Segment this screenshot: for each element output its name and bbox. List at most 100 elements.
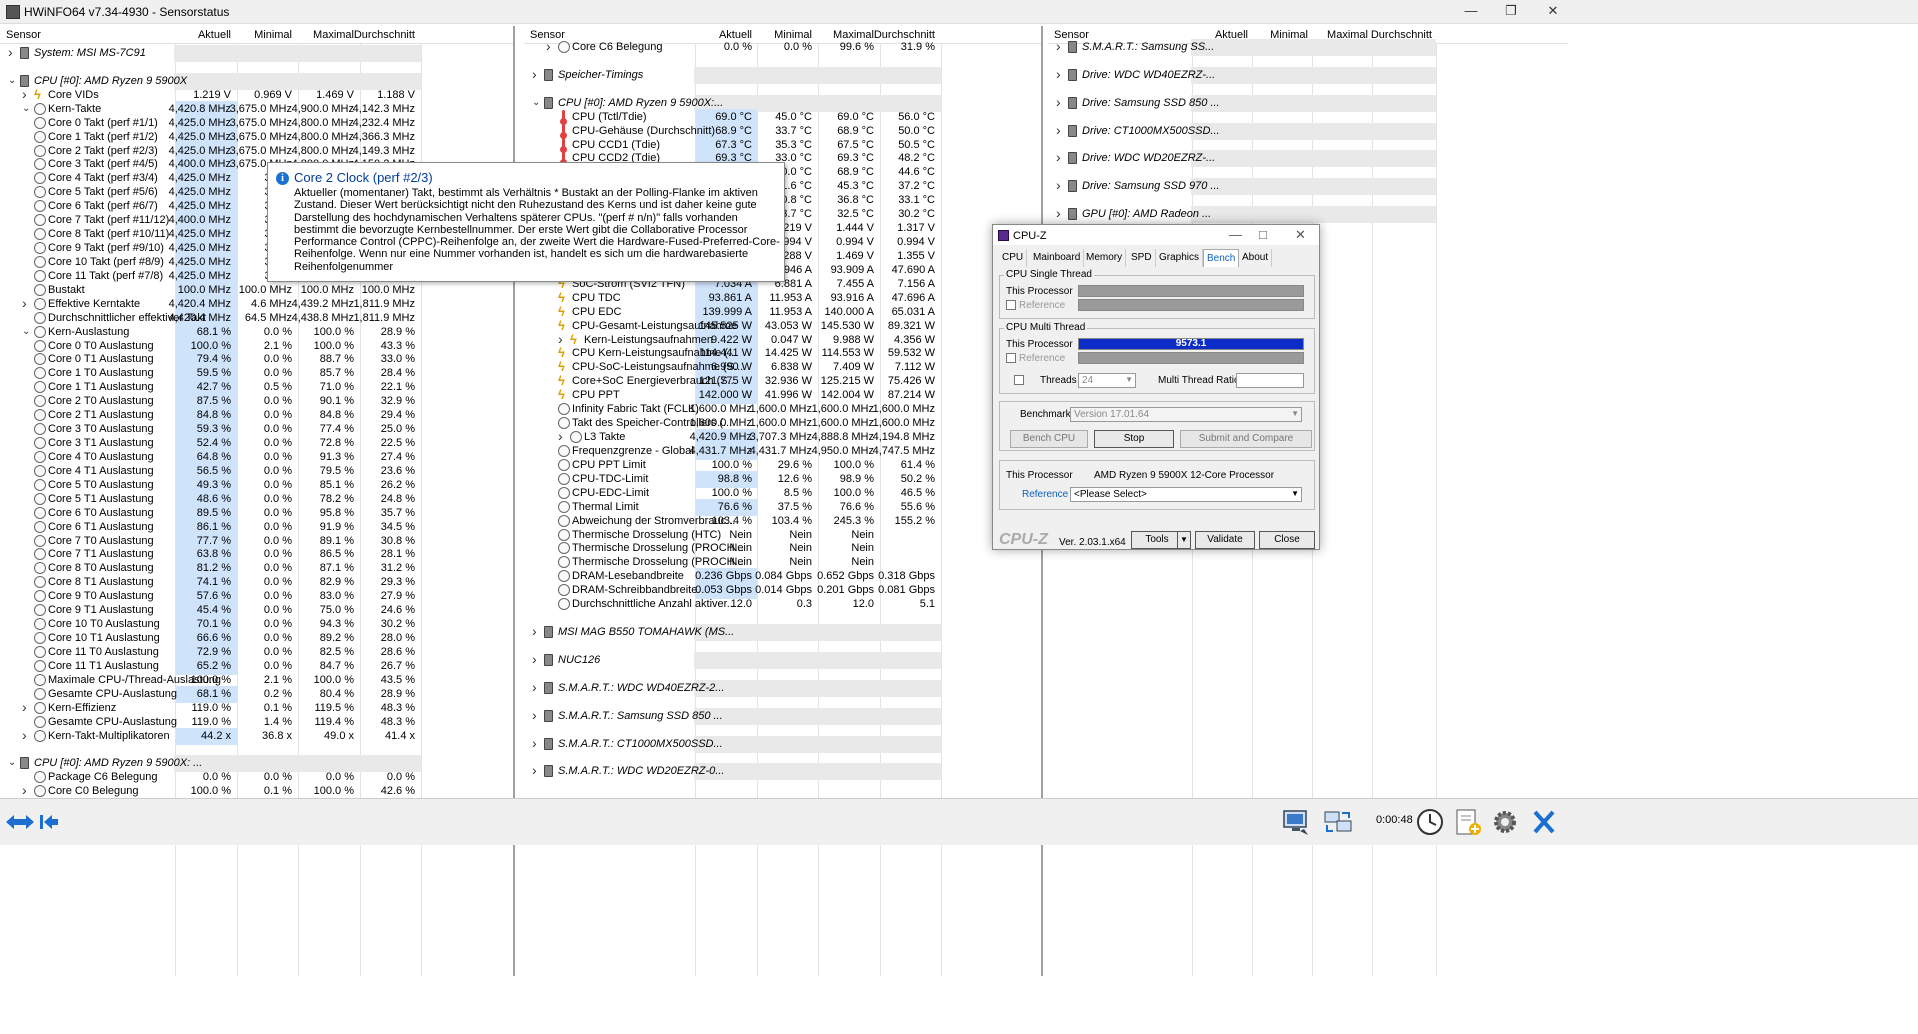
expand-chevron-icon[interactable]: ›	[532, 707, 537, 723]
column-sensor[interactable]: Sensor	[6, 29, 41, 41]
tools-button[interactable]: Tools	[1131, 531, 1183, 549]
network-sync-icon[interactable]	[1322, 807, 1354, 837]
sensor-row[interactable]: Durchschnittliche Anzahl aktiver... 12.0 0…	[524, 596, 1041, 613]
expand-chevron-icon[interactable]: ›	[22, 86, 27, 102]
expand-chevron-icon[interactable]: ›	[1056, 122, 1061, 138]
expand-chevron-icon[interactable]: ›	[546, 38, 551, 54]
sensor-name: S.M.A.R.T.: Samsung SS...	[1082, 41, 1215, 53]
collapse-chevron-icon[interactable]: ⌄	[22, 326, 30, 337]
sensor-group[interactable]: › NUC126	[524, 651, 1041, 669]
validate-button[interactable]: Validate	[1195, 531, 1255, 549]
value-current: 119.0 %	[191, 701, 231, 714]
benchmark-version-select[interactable]: Version 17.01.64 ▼	[1070, 407, 1302, 422]
collapse-chevron-icon[interactable]: ⌄	[532, 97, 540, 108]
expand-chevron-icon[interactable]: ›	[8, 44, 13, 60]
expand-chevron-icon[interactable]: ›	[532, 679, 537, 695]
expand-chevron-icon[interactable]: ›	[532, 623, 537, 639]
tab-about[interactable]: About	[1239, 249, 1273, 267]
expand-chevron-icon[interactable]: ›	[532, 762, 537, 778]
submit-compare-button[interactable]: Submit and Compare	[1180, 430, 1312, 448]
tools-dropdown-icon[interactable]: ▼	[1177, 531, 1191, 549]
sensor-group[interactable]: › GPU [#0]: AMD Radeon ...	[1048, 205, 1568, 224]
bench-cpu-button[interactable]: Bench CPU	[1010, 430, 1088, 448]
value-max: 9.988 W	[833, 333, 874, 346]
sensor-group[interactable]: › Drive: WDC WD40EZRZ-...	[1048, 66, 1568, 84]
expand-chevron-icon[interactable]: ›	[532, 735, 537, 751]
column-min[interactable]: Minimal	[254, 29, 292, 41]
expand-chevron-icon[interactable]: ›	[22, 699, 27, 715]
value-current: 142.000 W	[698, 389, 752, 402]
tab-spd[interactable]: SPD	[1128, 249, 1156, 267]
sensor-row[interactable]: › Core C6 Belegung 0.0 % 0.0 % 99.6 % 31.9 %	[524, 38, 1041, 56]
sensor-group[interactable]: › Drive: Samsung SSD 850 ...	[1048, 94, 1568, 112]
expand-chevron-icon[interactable]: ›	[558, 331, 563, 347]
settings-gear-icon[interactable]	[1489, 807, 1521, 837]
value-avg: 89.321 W	[887, 319, 935, 332]
group-band	[1191, 94, 1436, 112]
reference-select[interactable]: <Please Select> ▼	[1070, 487, 1302, 502]
column-avg[interactable]: Durchschnitt	[354, 29, 415, 41]
sensor-group[interactable]: › Drive: WDC WD20EZRZ-...	[1048, 149, 1568, 168]
value-current: 4,425.0 MHz	[168, 255, 231, 268]
collapse-chevron-icon[interactable]: ⌄	[8, 75, 16, 86]
expand-chevron-icon[interactable]: ›	[1056, 177, 1061, 193]
value-avg: 30.8 %	[380, 534, 415, 547]
add-report-icon[interactable]	[1452, 807, 1484, 837]
clock-sensor-icon	[34, 590, 46, 603]
sensor-group[interactable]: › Speicher-Timings	[524, 66, 1041, 84]
sensor-group[interactable]: › S.M.A.R.T.: Samsung SSD 850 ...	[524, 707, 1041, 725]
threads-checkbox[interactable]	[1014, 375, 1024, 385]
tab-cpu[interactable]: CPU	[999, 249, 1028, 267]
cpuz-close-button[interactable]: Close	[1259, 531, 1315, 549]
close-icon[interactable]	[1528, 807, 1560, 837]
clock-icon[interactable]	[1414, 807, 1446, 837]
expand-chevron-icon[interactable]: ›	[1056, 38, 1061, 54]
sensor-group[interactable]: › S.M.A.R.T.: CT1000MX500SSD...	[524, 735, 1041, 753]
chip-icon	[544, 765, 553, 778]
expand-chevron-icon[interactable]: ›	[1056, 149, 1061, 165]
value-avg: 47.690 A	[891, 263, 935, 276]
sensor-group[interactable]: › System: MSI MS-7C91	[0, 44, 513, 62]
column-current[interactable]: Aktuell	[198, 29, 231, 41]
navigate-arrows-icon[interactable]	[4, 811, 64, 833]
reference-link[interactable]: Reference	[1022, 489, 1068, 500]
voltage-sensor-icon: ϟ	[558, 373, 565, 389]
cpuz-minimize-button[interactable]: —	[1229, 227, 1242, 242]
column-max[interactable]: Maximal	[313, 29, 354, 41]
threads-select[interactable]: 24 ▼	[1078, 373, 1136, 388]
tab-graphics[interactable]: Graphics	[1156, 249, 1204, 267]
maximize-button[interactable]: ❐	[1488, 0, 1534, 24]
expand-chevron-icon[interactable]: ›	[1056, 205, 1061, 221]
value-avg: 4,194.8 MHz	[872, 431, 935, 444]
clock-sensor-icon	[34, 562, 46, 575]
tab-bench[interactable]: Bench	[1203, 249, 1240, 267]
single-reference-checkbox[interactable]	[1006, 300, 1016, 310]
sensor-row[interactable]: › Kern-Takt-Multiplikatoren 44.2 x 36.8 x 49…	[0, 727, 513, 745]
sensor-group[interactable]: › MSI MAG B550 TOMAHAWK (MS...	[524, 623, 1041, 642]
sensor-name: Kern-Leistungsaufnahmen	[584, 333, 714, 346]
multi-reference-checkbox[interactable]	[1006, 353, 1016, 363]
expand-chevron-icon[interactable]: ›	[1056, 94, 1061, 110]
value-avg: 37.2 °C	[898, 180, 935, 193]
cpuz-close-icon[interactable]: ✕	[1295, 227, 1306, 243]
value-avg: 30.2 %	[380, 618, 415, 631]
expand-chevron-icon[interactable]: ›	[558, 428, 563, 444]
sensor-group[interactable]: › S.M.A.R.T.: WDC WD40EZRZ-2...	[524, 679, 1041, 697]
tab-mainboard[interactable]: Mainboard	[1030, 249, 1085, 267]
expand-chevron-icon[interactable]: ›	[22, 295, 27, 311]
tab-memory[interactable]: Memory	[1083, 249, 1127, 267]
stop-button[interactable]: Stop	[1094, 430, 1174, 448]
sensor-group[interactable]: › Drive: CT1000MX500SSD...	[1048, 122, 1568, 140]
sensor-group[interactable]: › Drive: Samsung SSD 970 ...	[1048, 177, 1568, 196]
expand-chevron-icon[interactable]: ›	[532, 651, 537, 667]
expand-chevron-icon[interactable]: ›	[532, 66, 537, 82]
sensor-group[interactable]: › S.M.A.R.T.: Samsung SS...	[1048, 38, 1568, 56]
close-window-button[interactable]: ✕	[1530, 0, 1576, 24]
expand-chevron-icon[interactable]: ›	[1056, 66, 1061, 82]
expand-chevron-icon[interactable]: ›	[22, 727, 27, 743]
collapse-chevron-icon[interactable]: ⌄	[8, 757, 16, 768]
network-monitor-icon[interactable]	[1280, 807, 1312, 837]
collapse-chevron-icon[interactable]: ⌄	[22, 103, 30, 114]
sensor-group[interactable]: › S.M.A.R.T.: WDC WD20EZRZ-0...	[524, 762, 1041, 781]
cpuz-maximize-button[interactable]: □	[1259, 227, 1267, 242]
